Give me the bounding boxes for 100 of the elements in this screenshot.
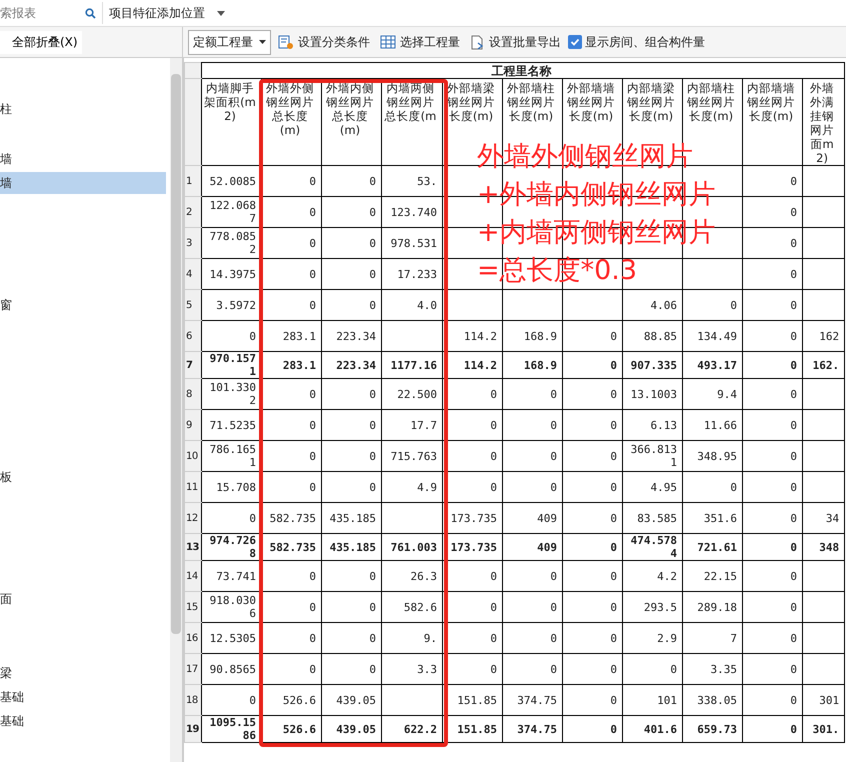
table-cell: 0 [562,654,622,684]
table-cell: 0 [322,440,382,472]
table-cell: 0 [742,560,802,592]
tree-item[interactable]: 窗 [0,294,166,316]
table-cell: 582.735 [262,534,322,560]
caret-icon [259,40,266,44]
table-cell: 0 [562,378,622,410]
table-cell: 348 [802,534,845,560]
table-cell: 3.35 [682,654,742,684]
tree-item[interactable]: 柱 [0,98,166,120]
table-cell: 17.7 [382,410,442,440]
table-cell: 0 [322,258,382,290]
row-number: 17 [184,654,202,684]
table-cell: 301. [802,716,845,742]
table-cell: 4.95 [622,472,682,502]
table-cell: 0 [262,654,322,684]
table-cell: 0 [262,622,322,654]
table-cell: 0 [562,440,622,472]
table-cell: 0 [562,560,622,592]
table-cell: 0 [262,592,322,622]
table-cell: 0 [562,592,622,622]
tree-item[interactable]: 墙 [0,148,166,170]
table-cell: 0 [742,258,802,290]
table-cell: 715.763 [382,440,442,472]
table-cell: 351.6 [682,502,742,534]
table-cell: 0 [502,378,562,410]
table-cell: 0 [742,440,802,472]
table-cell: 970.1571 [202,352,262,378]
row-number: 11 [184,472,202,502]
table-cell: 0 [502,654,562,684]
table-cell: 0 [322,410,382,440]
table-cell: 22.500 [382,378,442,410]
tree-item[interactable]: 板 [0,466,166,488]
search-field[interactable]: 索报表 [0,2,103,24]
table-icon [380,35,396,49]
tree-item[interactable]: 梁 [0,662,166,684]
table-cell: 582.735 [262,502,322,534]
table-cell: 0 [502,622,562,654]
position-dropdown[interactable]: 项目特征添加位置 [103,2,231,24]
table-cell: 0 [682,290,742,320]
table-cell: 2.9 [622,622,682,654]
row-number: 10 [184,440,202,472]
table-cell: 26.3 [382,560,442,592]
table-cell: 374.75 [502,716,562,742]
table-cell: 0 [442,654,502,684]
row-number: 19 [184,716,202,742]
table-cell: 0 [562,502,622,534]
table-cell: 409 [502,502,562,534]
table-cell: 13.1003 [622,378,682,410]
table-cell: 366.8131 [622,440,682,472]
row-number: 5 [184,290,202,320]
table-cell: 114.2 [442,320,502,352]
table-cell: 4.0 [382,290,442,320]
table-cell: 88.85 [622,320,682,352]
table-cell: 0 [742,622,802,654]
table-cell: 761.003 [382,534,442,560]
tree-item[interactable]: 基础 [0,710,166,732]
table-cell: 721.61 [682,534,742,560]
table-cell: 283.1 [262,352,322,378]
table-cell: 151.85 [442,684,502,716]
table-cell: 348.95 [682,440,742,472]
table-cell: 173.735 [442,502,502,534]
table-cell: 3.3 [382,654,442,684]
toolbar-button[interactable]: 设置批量导出 [467,32,564,52]
table-cell: 0 [562,472,622,502]
table-cell: 0 [322,290,382,320]
tree-item[interactable]: 墙 [0,172,166,194]
search-icon [85,8,96,18]
table-cell: 0 [502,472,562,502]
table-cell: 223.34 [322,320,382,352]
table-cell: 293.5 [622,592,682,622]
table-cell: 173.735 [442,534,502,560]
table-cell: 134.49 [682,320,742,352]
tree-item[interactable]: 基础 [0,686,166,708]
table-cell: 0 [262,410,322,440]
table-cell: 0 [442,410,502,440]
collapse-all-button[interactable]: 全部折叠(X) [0,30,82,54]
table-cell: 123.740 [382,196,442,228]
table-cell: 0 [322,622,382,654]
table-cell: 659.73 [682,716,742,742]
show-rooms-checkbox[interactable]: 显示房间、组合构件量 [568,34,705,50]
table-cell: 0 [322,592,382,622]
table-cell: 151.85 [442,716,502,742]
table-cell: 0 [262,258,322,290]
table-cell: 0 [562,534,622,560]
scrollbar[interactable] [170,58,182,762]
quantity-dropdown[interactable]: 定额工程量 [188,30,271,54]
row-number: 15 [184,592,202,622]
toolbar-button[interactable]: 选择工程量 [377,32,463,52]
checkbox[interactable] [568,35,582,49]
table-cell: 0 [562,716,622,742]
table-cell: 168.9 [502,320,562,352]
table-cell: 435.185 [322,502,382,534]
table-cell: 0 [742,352,802,378]
settings-icon [278,34,294,50]
table-cell: 439.05 [322,684,382,716]
table-cell: 0 [742,654,802,684]
table-cell: 439.05 [322,716,382,742]
tree-item[interactable]: 面 [0,588,166,610]
toolbar-button[interactable]: 设置分类条件 [275,32,373,52]
